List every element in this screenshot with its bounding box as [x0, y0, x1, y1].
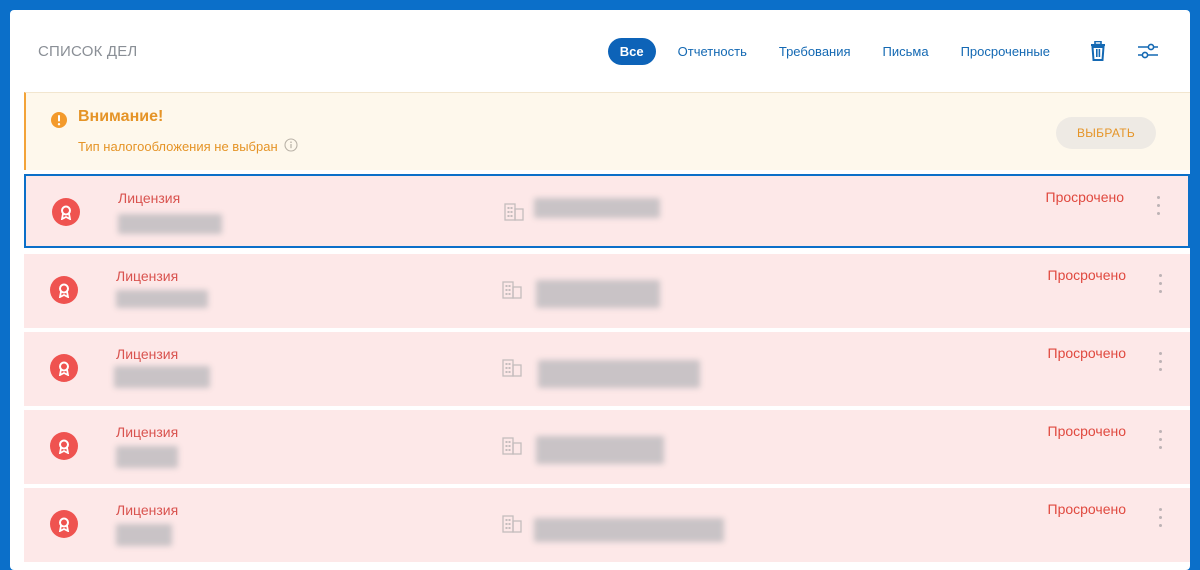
organization-name-redacted — [536, 280, 660, 308]
organization-name-redacted — [538, 360, 700, 388]
license-badge-icon — [50, 354, 78, 382]
license-badge-icon — [50, 432, 78, 460]
tab-letters[interactable]: Письма — [873, 39, 939, 64]
building-icon — [502, 515, 522, 538]
task-type: Лицензия — [116, 346, 179, 362]
task-row[interactable]: Лицензия Просрочено — [24, 488, 1190, 562]
page-title: СПИСОК ДЕЛ — [38, 42, 138, 60]
task-name-redacted — [116, 290, 208, 308]
status-badge: Просрочено — [1047, 423, 1127, 439]
filter-settings-icon[interactable] — [1136, 39, 1160, 63]
choose-tax-system-button[interactable]: ВЫБРАТЬ — [1056, 117, 1156, 149]
building-icon — [504, 203, 524, 226]
organization-name-redacted — [534, 198, 660, 218]
building-icon — [502, 281, 522, 304]
task-type: Лицензия — [116, 268, 179, 284]
task-row[interactable]: Лицензия Просрочено — [24, 174, 1190, 248]
status-badge: Просрочено — [1045, 189, 1125, 205]
status-badge: Просрочено — [1047, 267, 1127, 283]
task-name-redacted — [116, 524, 172, 546]
organization-name-redacted — [534, 518, 724, 542]
building-icon — [502, 437, 522, 460]
task-type: Лицензия — [118, 190, 181, 206]
alert-subtitle-text: Тип налогообложения не выбран — [78, 139, 278, 154]
more-options-icon[interactable] — [1159, 274, 1162, 293]
status-badge: Просрочено — [1047, 501, 1127, 517]
panel-header: СПИСОК ДЕЛ Все Отчетность Требования Пис… — [10, 10, 1190, 92]
tab-overdue[interactable]: Просроченные — [951, 39, 1060, 64]
more-options-icon[interactable] — [1159, 430, 1162, 449]
alert-title: Внимание! — [78, 108, 164, 125]
trash-icon[interactable] — [1086, 39, 1110, 63]
task-row[interactable]: Лицензия Просрочено — [24, 332, 1190, 406]
warning-icon — [50, 111, 68, 134]
task-name-redacted — [114, 366, 210, 388]
task-list-panel: СПИСОК ДЕЛ Все Отчетность Требования Пис… — [10, 10, 1190, 570]
info-icon[interactable] — [284, 138, 298, 155]
more-options-icon[interactable] — [1159, 508, 1162, 527]
more-options-icon[interactable] — [1157, 196, 1160, 215]
task-type: Лицензия — [116, 424, 179, 440]
license-badge-icon — [50, 510, 78, 538]
task-row[interactable]: Лицензия Просрочено — [24, 410, 1190, 484]
task-row[interactable]: Лицензия Просрочено — [24, 254, 1190, 328]
task-type: Лицензия — [116, 502, 179, 518]
task-name-redacted — [116, 446, 178, 468]
license-badge-icon — [52, 198, 80, 226]
task-name-redacted — [118, 214, 222, 234]
tab-reporting[interactable]: Отчетность — [668, 39, 757, 64]
status-badge: Просрочено — [1047, 345, 1127, 361]
filter-tabs: Все Отчетность Требования Письма Просроч… — [607, 37, 1060, 65]
organization-name-redacted — [536, 436, 664, 464]
tab-requirements[interactable]: Требования — [769, 39, 861, 64]
more-options-icon[interactable] — [1159, 352, 1162, 371]
building-icon — [502, 359, 522, 382]
license-badge-icon — [50, 276, 78, 304]
tab-all[interactable]: Все — [607, 37, 656, 65]
alert-subtitle: Тип налогообложения не выбран — [78, 138, 298, 155]
tax-system-alert: Внимание! Тип налогообложения не выбран … — [24, 92, 1190, 170]
